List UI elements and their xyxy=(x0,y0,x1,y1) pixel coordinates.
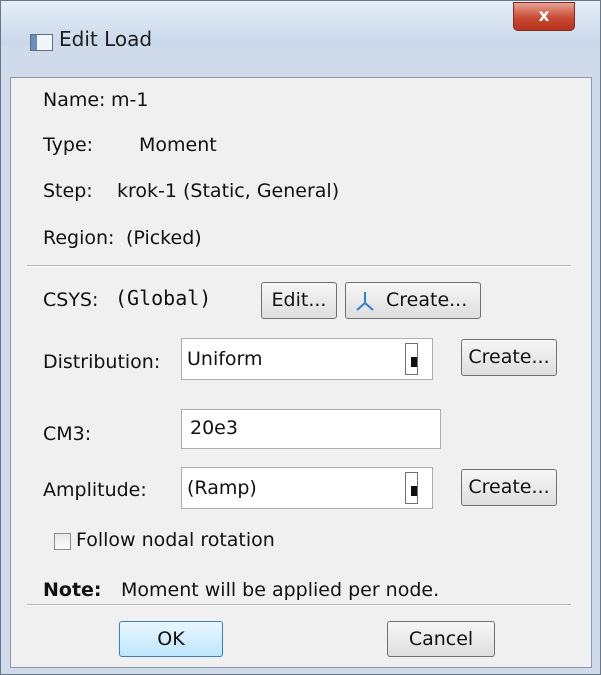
distribution-label: Distribution: xyxy=(43,351,161,373)
separator xyxy=(27,604,571,606)
cm3-input[interactable]: 20e3 xyxy=(181,409,441,449)
window-title: Edit Load xyxy=(59,27,153,51)
csys-edit-button[interactable]: Edit... xyxy=(261,282,337,319)
step-label: Step: xyxy=(43,180,93,202)
csys-create-button[interactable]: Create... xyxy=(345,282,481,319)
region-label: Region: xyxy=(43,227,115,249)
window-icon xyxy=(30,34,53,51)
edit-load-dialog: Edit Load x Name: m-1 Type: Moment Step:… xyxy=(0,0,601,675)
distribution-create-label: Create... xyxy=(468,346,550,368)
csys-edit-label: Edit... xyxy=(271,289,327,311)
title-bar[interactable]: Edit Load x xyxy=(1,1,600,51)
csys-value: (Global) xyxy=(115,286,212,310)
cancel-label: Cancel xyxy=(408,628,474,650)
cm3-value: 20e3 xyxy=(190,417,238,439)
type-label: Type: xyxy=(43,134,94,156)
note-label: Note: xyxy=(43,579,102,601)
cancel-button[interactable]: Cancel xyxy=(387,621,495,657)
distribution-select[interactable]: Uniform xyxy=(181,338,433,380)
region-value: (Picked) xyxy=(126,227,202,249)
follow-nodal-rotation-checkbox[interactable] xyxy=(54,533,71,550)
ok-button[interactable]: OK xyxy=(119,621,223,657)
cm3-label: CM3: xyxy=(43,423,92,445)
step-value: krok-1 (Static, General) xyxy=(117,180,340,202)
separator xyxy=(27,265,571,267)
amplitude-value: (Ramp) xyxy=(187,477,257,499)
distribution-create-button[interactable]: Create... xyxy=(461,339,557,376)
csys-label: CSYS: xyxy=(43,289,99,311)
type-value: Moment xyxy=(139,134,217,156)
note-text: Moment will be applied per node. xyxy=(121,579,440,601)
dropdown-arrow-icon xyxy=(405,343,418,375)
follow-nodal-rotation-label[interactable]: Follow nodal rotation xyxy=(76,529,275,551)
csys-create-label: Create... xyxy=(386,289,468,311)
amplitude-create-button[interactable]: Create... xyxy=(461,469,557,506)
amplitude-label: Amplitude: xyxy=(43,479,147,501)
dropdown-arrow-icon xyxy=(405,472,418,504)
name-value: m-1 xyxy=(111,89,149,111)
amplitude-select[interactable]: (Ramp) xyxy=(181,467,433,509)
amplitude-create-label: Create... xyxy=(468,476,550,498)
close-button[interactable]: x xyxy=(513,2,575,31)
name-label: Name: xyxy=(43,89,106,111)
csys-axes-icon xyxy=(356,292,374,311)
distribution-value: Uniform xyxy=(187,348,263,370)
ok-label: OK xyxy=(157,628,185,650)
